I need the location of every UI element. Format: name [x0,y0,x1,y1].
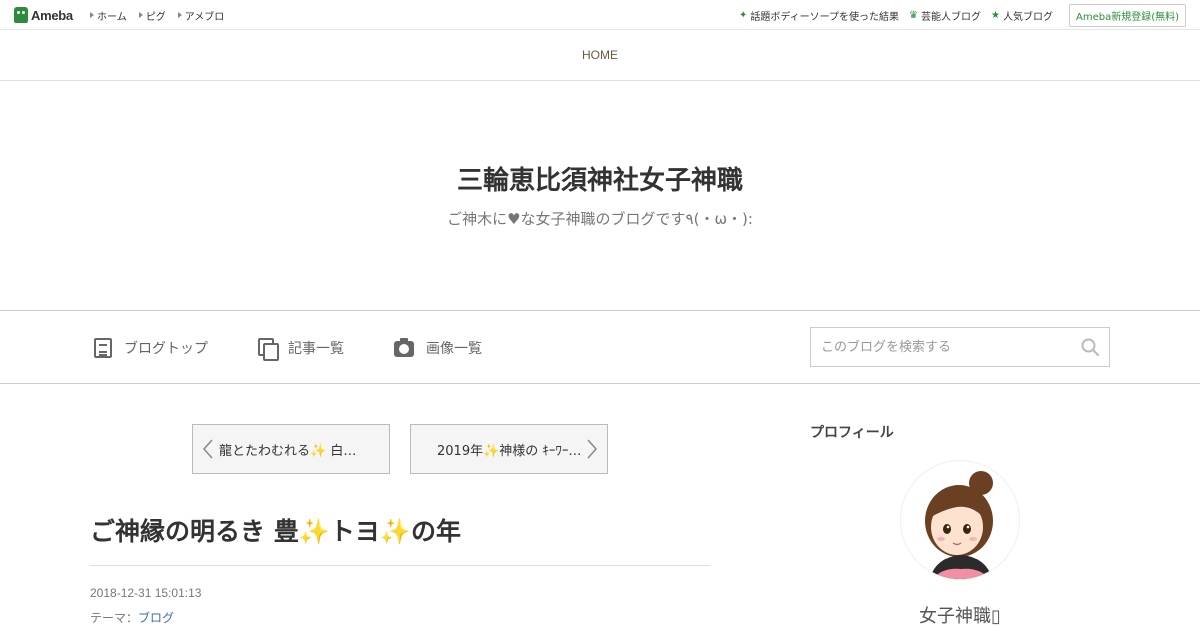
menu-blog-top-label: ブログトップ [124,341,208,357]
next-entry-label: 2019年✨神様の ｷｰﾜｰ… [437,443,582,459]
ameba-logo[interactable]: Ameba [14,6,73,24]
menu-image-list[interactable]: 画像一覧 [394,337,482,359]
signup-button[interactable]: Ameba新規登録(無料) [1068,3,1186,27]
chevron-left-icon [202,439,213,459]
blog-description: ご神木に♥な女子神職のブログです٩(・ω・): [447,210,753,228]
nav-home-label: ホーム [97,11,127,23]
star-icon: ★ [991,9,1000,21]
blog-title[interactable]: 三輪恵比須神社女子神職 [0,160,1200,197]
camera-icon [394,338,414,357]
nav-ameblo-link[interactable]: アメブロ [177,8,225,23]
avatar-illustration [901,461,1019,579]
entry-title[interactable]: ご神縁の明るき 豊✨トヨ✨の年 [90,512,710,548]
prev-entry-label: 龍とたわむれる✨ 白… [219,443,357,459]
nav-pigg-label: ピグ [145,11,166,23]
crown-icon: ♛ [909,9,919,21]
nav-ameblo-label: アメブロ [184,11,225,23]
theme-prefix: テーマ： [90,611,139,625]
global-nav: ホーム ピグ アメブロ [90,0,236,30]
ameba-logo-text: Ameba [31,7,73,23]
search-icon[interactable] [1081,338,1099,356]
blog-search-input[interactable] [811,328,1073,366]
next-entry-button[interactable]: 2019年✨神様の ｷｰﾜｰ… [410,424,608,474]
nav-pigg-link[interactable]: ピグ [138,8,166,23]
entry-theme: テーマ：ブログ [90,609,174,626]
entry-date: 2018-12-31 15:01:13 [90,586,202,600]
copy-icon [258,338,279,361]
triangle-right-icon [177,12,182,18]
global-header: Ameba ホーム ピグ アメブロ ✦ 話題ボディーソープを使った結果 ♛ 芸能人ブ… [0,0,1200,30]
blog-menu-bar: ブログトップ 記事一覧 画像一覧 [0,310,1200,384]
triangle-right-icon [138,12,143,18]
ameba-logo-icon [14,7,28,23]
menu-blog-top[interactable]: ブログトップ [94,337,208,359]
menu-entry-list-label: 記事一覧 [288,341,344,357]
document-icon [94,338,112,358]
trending-topic-link[interactable]: ✦ 話題ボディーソープを使った結果 [739,8,899,23]
home-link[interactable]: HOME [582,48,618,62]
chevron-right-icon [587,439,598,459]
profile-heading: プロフィール [810,425,894,441]
triangle-right-icon [90,12,94,18]
profile-name[interactable]: 女子神職▯ [860,602,1060,628]
celebrity-blog-link[interactable]: ♛ 芸能人ブログ [909,8,981,23]
sparkle-icon: ✦ [738,9,748,21]
celebrity-blog-label: 芸能人ブログ [921,11,982,23]
header-right-links: ✦ 話題ボディーソープを使った結果 ♛ 芸能人ブログ ★ 人気ブログ Ameba新規登… [729,0,1186,30]
menu-entry-list[interactable]: 記事一覧 [258,337,344,361]
blog-home-bar: HOME [0,30,1200,81]
profile-avatar[interactable] [900,460,1020,580]
menu-image-list-label: 画像一覧 [426,341,482,357]
popular-blog-link[interactable]: ★ 人気ブログ [991,8,1053,23]
blog-search-box [810,327,1110,367]
title-divider [90,565,710,566]
theme-link[interactable]: ブログ [138,611,174,625]
prev-entry-button[interactable]: 龍とたわむれる✨ 白… [192,424,390,474]
nav-home-link[interactable]: ホーム [90,8,127,23]
popular-blog-label: 人気ブログ [1002,11,1053,23]
trending-topic-label: 話題ボディーソープを使った結果 [750,11,900,23]
